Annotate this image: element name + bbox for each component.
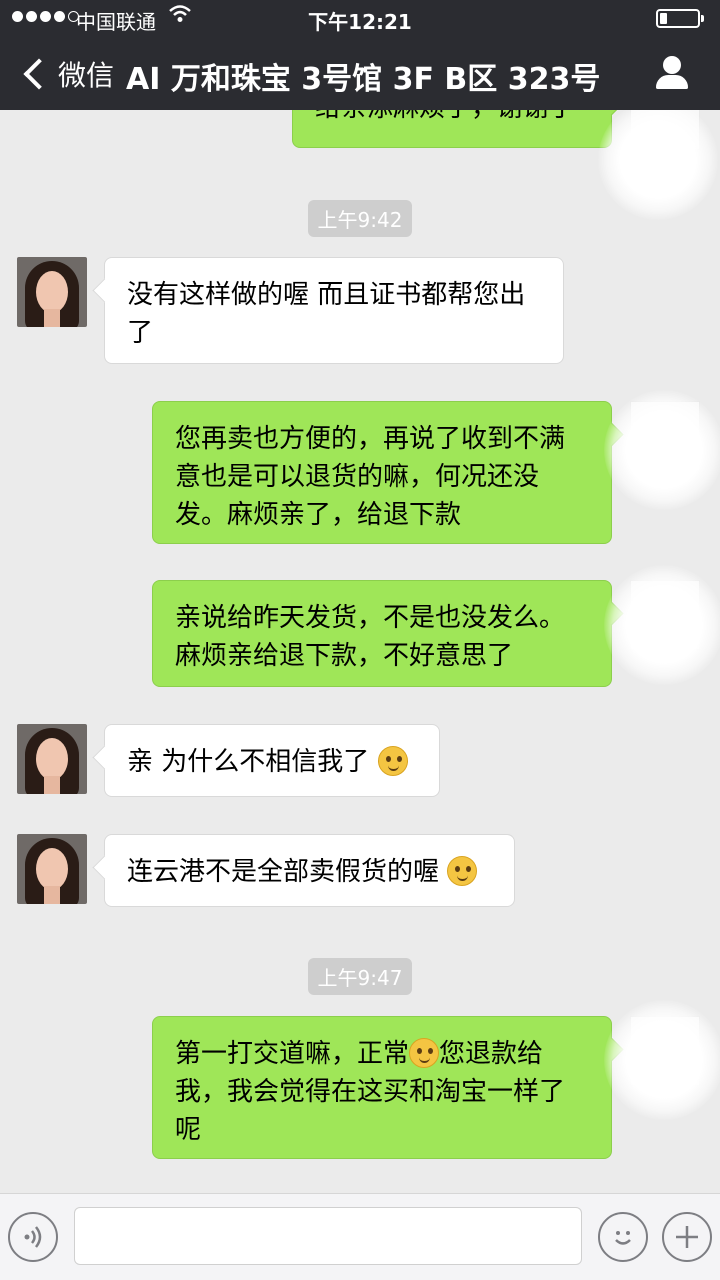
battery-icon [656, 9, 704, 28]
input-bar [0, 1193, 720, 1280]
chat-area[interactable]: 给亲添麻烦了，谢谢了 上午9:42 没有这样做的喔 而且证书都帮您出了 您再卖也… [0, 110, 720, 1193]
message-bubble-outgoing[interactable]: 您再卖也方便的，再说了收到不满意也是可以退货的嘛，何况还没发。麻烦亲了，给退下款 [152, 401, 612, 544]
message-bubble-incoming[interactable]: 没有这样做的喔 而且证书都帮您出了 [104, 257, 564, 364]
contact-avatar[interactable] [17, 257, 87, 327]
back-label: 微信 [58, 59, 115, 92]
timestamp-label: 上午9:47 [307, 958, 413, 995]
plus-icon [676, 1226, 698, 1248]
timestamp-label: 上午9:42 [307, 200, 413, 237]
message-text: 您再卖也方便的，再说了收到不满意也是可以退货的嘛，何况还没发。麻烦亲了，给退下款 [175, 424, 566, 530]
message-text: 给亲添麻烦了，谢谢了 [315, 110, 575, 123]
sparkle-decoration [604, 1000, 720, 1120]
message-input[interactable] [74, 1207, 582, 1265]
chat-title: AI 万和珠宝 3号馆 3F B区 323号 [126, 62, 601, 97]
contact-avatar[interactable] [17, 834, 87, 904]
voice-icon [24, 1226, 42, 1248]
smiley-icon [615, 1231, 631, 1245]
message-bubble-outgoing[interactable]: 亲说给昨天发货，不是也没发么。麻烦亲给退下款，不好意思了 [152, 580, 612, 687]
voice-input-button[interactable] [8, 1212, 58, 1262]
user-profile-icon[interactable] [654, 56, 690, 92]
contact-avatar[interactable] [17, 724, 87, 794]
chevron-left-icon [23, 58, 55, 90]
message-bubble-incoming[interactable]: 亲 为什么不相信我了 [104, 724, 440, 797]
more-options-button[interactable] [662, 1212, 712, 1262]
message-text: 没有这样做的喔 而且证书都帮您出了 [127, 280, 526, 348]
message-bubble-outgoing[interactable]: 第一打交道嘛，正常 您退款给我，我会觉得在这买和淘宝一样了呢 [152, 1016, 612, 1159]
top-bar: 中国联通 下午12:21 微信 AI 万和珠宝 3号馆 3F B区 323号 [0, 0, 720, 110]
message-text: 亲说给昨天发货，不是也没发么。麻烦亲给退下款，不好意思了 [175, 603, 566, 671]
thinking-face-emoji-icon [447, 856, 478, 886]
message-text: 第一打交道嘛，正常 [175, 1039, 410, 1069]
status-time: 下午12:21 [308, 10, 412, 34]
message-text: 连云港不是全部卖假货的喔 [127, 857, 440, 887]
timestamp: 上午9:42 [0, 200, 720, 237]
nav-bar: 微信 AI 万和珠宝 3号馆 3F B区 323号 [0, 36, 720, 110]
timestamp: 上午9:47 [0, 958, 720, 995]
flushed-face-emoji-icon [377, 746, 408, 776]
message-text: 亲 为什么不相信我了 [127, 747, 370, 777]
message-bubble-outgoing[interactable]: 给亲添麻烦了，谢谢了 [292, 110, 612, 148]
sparkle-decoration [604, 565, 720, 685]
message-bubble-incoming[interactable]: 连云港不是全部卖假货的喔 [104, 834, 515, 907]
back-button[interactable]: 微信 [20, 54, 114, 94]
status-bar: 中国联通 下午12:21 [0, 0, 720, 36]
emoji-button[interactable] [598, 1212, 648, 1262]
smiling-face-emoji-icon [409, 1038, 440, 1068]
sparkle-decoration [604, 390, 720, 510]
